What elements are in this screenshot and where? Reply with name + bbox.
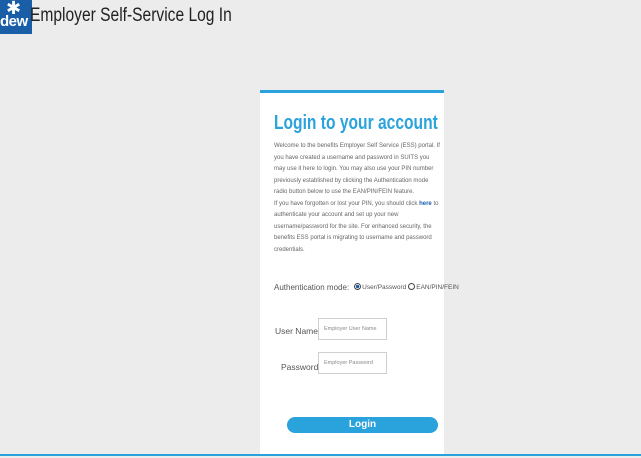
auth-mode-label: Authentication mode: (274, 283, 350, 292)
forgot-pin-link[interactable]: here (419, 201, 432, 207)
radio-ean-pin-fein-label[interactable]: EAN/PIN/FEIN (416, 284, 459, 291)
login-button[interactable]: Login (287, 417, 438, 433)
radio-user-password[interactable] (354, 283, 362, 290)
logo-text: dew (0, 13, 28, 30)
page-title: Employer Self-Service Log In (30, 5, 232, 26)
password-label: Password: (281, 362, 321, 372)
logo[interactable]: ✱ dew (0, 0, 32, 34)
radio-ean-pin-fein[interactable] (408, 283, 416, 290)
auth-mode-group: Authentication mode: User/Password EAN/P… (274, 283, 459, 292)
intro-text: Welcome to the benefits Employer Self Se… (274, 141, 442, 256)
footer-divider (0, 454, 641, 456)
intro-paragraph-2b: to authenticate your account and set up … (274, 200, 439, 253)
password-input[interactable] (318, 352, 387, 374)
intro-paragraph-1: Welcome to the benefits Employer Self Se… (274, 143, 440, 195)
radio-user-password-label[interactable]: User/Password (362, 284, 406, 291)
login-card: Login to your account Welcome to the ben… (260, 90, 459, 454)
intro-paragraph-2a: If you have forgotten or lost your PIN, … (274, 200, 418, 207)
username-input[interactable] (318, 318, 387, 340)
header: ✱ dew Employer Self-Service Log In (0, 0, 641, 42)
username-label: User Name: (275, 326, 321, 336)
login-title: Login to your account (274, 112, 438, 134)
